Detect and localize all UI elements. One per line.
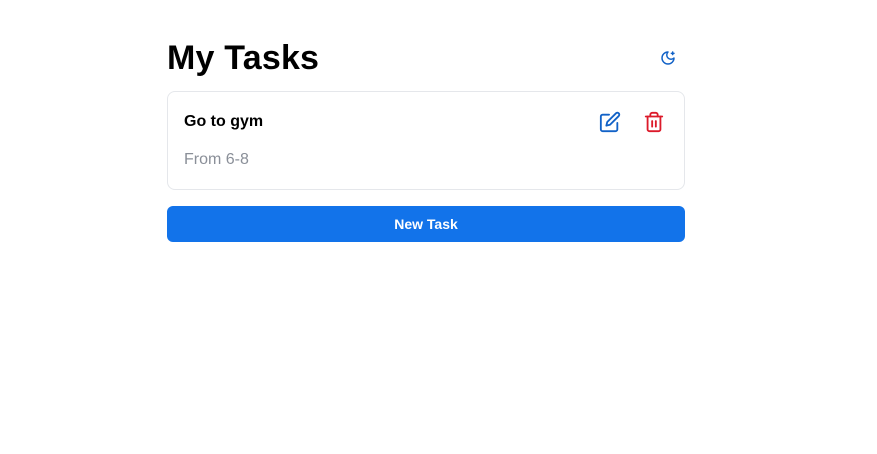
trash-icon xyxy=(643,111,665,133)
header: My Tasks xyxy=(167,38,685,78)
app-container: My Tasks Go to gym From 6-8 New Task xyxy=(167,38,685,242)
page-title: My Tasks xyxy=(167,39,320,77)
new-task-button[interactable]: New Task xyxy=(167,206,685,242)
theme-toggle-button[interactable] xyxy=(656,46,680,70)
task-title: Go to gym xyxy=(184,113,264,130)
delete-task-button[interactable] xyxy=(642,110,666,134)
task-card: Go to gym From 6-8 xyxy=(167,91,685,190)
edit-icon xyxy=(599,111,621,133)
edit-task-button[interactable] xyxy=(598,110,622,134)
moon-icon xyxy=(660,50,676,66)
task-description: From 6-8 xyxy=(184,151,249,168)
